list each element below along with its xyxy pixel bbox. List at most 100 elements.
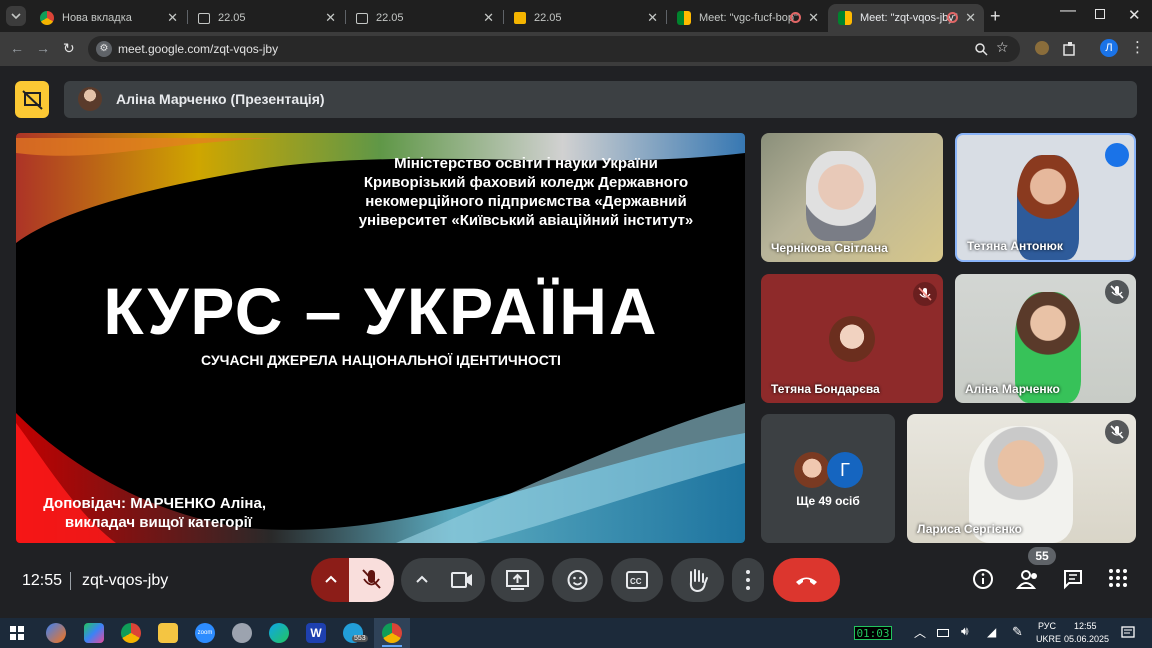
browser-tab[interactable]: 22.05 ✕: [188, 4, 344, 32]
windows-start-icon[interactable]: [10, 626, 24, 640]
tab-search-button[interactable]: [6, 6, 26, 26]
meeting-info-icon[interactable]: [972, 568, 994, 590]
battery-icon[interactable]: [937, 629, 949, 637]
forward-arrow-icon[interactable]: →: [36, 40, 50, 56]
camera-toggle-button[interactable]: [439, 558, 485, 602]
pen-icon[interactable]: ✎: [1012, 624, 1023, 640]
leave-call-button[interactable]: [773, 558, 840, 602]
notifications-icon[interactable]: [1121, 626, 1135, 640]
zoom-icon[interactable]: [974, 42, 988, 56]
taskbar-app-icon[interactable]: [46, 623, 66, 643]
zoom-icon[interactable]: zoom: [195, 623, 215, 643]
slide-org-line: університет «Київський авіаційний інстит…: [358, 212, 694, 229]
participant-tile[interactable]: Лариса Сергієнко: [907, 414, 1136, 543]
raise-hand-icon: [689, 569, 708, 593]
presenter-label: Аліна Марченко (Презентація): [116, 91, 325, 107]
telegram-badge: 553: [352, 635, 368, 642]
meeting-time: 12:55: [22, 572, 63, 589]
kebab-menu-icon[interactable]: ⋮: [1130, 38, 1145, 56]
word-icon[interactable]: W: [306, 623, 326, 643]
close-icon[interactable]: ✕: [647, 10, 658, 26]
presentation-slide: Міністерство освіти і науки України Крив…: [16, 133, 745, 543]
profile-avatar[interactable]: Л: [1100, 39, 1118, 57]
chat-icon[interactable]: [1062, 568, 1084, 590]
people-icon[interactable]: [1016, 568, 1040, 590]
chevron-up-icon: [416, 575, 428, 583]
tab-title: 22.05: [376, 12, 404, 24]
reactions-button[interactable]: [552, 558, 603, 602]
browser-tab[interactable]: 22.05 ✕: [346, 4, 502, 32]
presenter-banner: Аліна Марченко (Презентація): [64, 81, 1137, 118]
raise-hand-button[interactable]: [671, 558, 724, 602]
muted-mic-icon: [1105, 420, 1129, 444]
clock-date[interactable]: 05.06.2025: [1064, 634, 1109, 644]
video-options-button[interactable]: [401, 558, 441, 602]
audio-options-button[interactable]: [311, 558, 351, 602]
browser-tab[interactable]: Нова вкладка ✕: [30, 4, 186, 32]
window-close-button[interactable]: ✕: [1128, 6, 1141, 24]
minimize-button[interactable]: —: [1060, 2, 1076, 20]
browser-tab-active[interactable]: Meet: "zqt-vqos-jby" ✕: [828, 4, 984, 32]
chevron-up-icon: [325, 575, 337, 583]
slide-org-line: Міністерство освіти і науки України: [394, 155, 658, 172]
new-tab-button[interactable]: +: [990, 6, 1001, 27]
participant-name: Тетяна Бондарєва: [771, 382, 880, 396]
participant-tile[interactable]: Тетяна Бондарєва: [761, 274, 943, 403]
close-icon[interactable]: ✕: [325, 10, 336, 26]
slide-subtitle: СУЧАСНІ ДЖЕРЕЛА НАЦІОНАЛЬНОЇ ІДЕНТИЧНОСТ…: [201, 352, 561, 368]
participant-tile[interactable]: Аліна Марченко: [955, 274, 1136, 403]
activities-grid-icon[interactable]: [1108, 568, 1128, 588]
speaker-icon[interactable]: 🔊︎: [961, 624, 969, 639]
extension-owl-icon[interactable]: [1035, 41, 1049, 55]
avatar: [794, 452, 830, 488]
back-arrow-icon[interactable]: ←: [10, 40, 24, 56]
extensions-puzzle-icon[interactable]: [1062, 41, 1078, 57]
chevron-down-icon: [11, 13, 21, 20]
reload-icon[interactable]: ↻: [63, 40, 75, 57]
participant-video: [806, 151, 876, 241]
recording-icon: [790, 12, 801, 23]
address-bar[interactable]: ⚙ meet.google.com/zqt-vqos-jby ☆: [88, 36, 1020, 62]
close-icon[interactable]: ✕: [808, 10, 819, 26]
file-explorer-icon[interactable]: [158, 623, 178, 643]
muted-mic-icon: [913, 282, 937, 306]
participant-tile-speaking[interactable]: Тетяна Антонюк: [955, 133, 1136, 262]
close-icon[interactable]: ✕: [483, 10, 494, 26]
copilot-icon[interactable]: [84, 623, 104, 643]
edge-icon[interactable]: [269, 623, 289, 643]
participant-tile[interactable]: Чернікова Світлана: [761, 133, 943, 262]
captions-button[interactable]: CC: [611, 558, 663, 602]
close-icon[interactable]: ✕: [167, 10, 178, 26]
language-indicator[interactable]: РУС: [1038, 621, 1056, 631]
language-indicator-sub: UKRE: [1036, 634, 1062, 644]
image-icon: [198, 12, 210, 24]
more-participants-tile[interactable]: Г Ще 49 осіб: [761, 414, 895, 543]
more-participants-label: Ще 49 осіб: [796, 494, 860, 508]
more-options-button[interactable]: [732, 558, 764, 602]
present-screen-button[interactable]: [491, 558, 544, 602]
meeting-code: zqt-vqos-jby: [82, 572, 169, 589]
participant-count-badge: 55: [1028, 547, 1056, 565]
speaking-indicator-icon: [1105, 143, 1129, 167]
meeting-controls-bar: 12:55 zqt-vqos-jby CC 55: [0, 547, 1152, 618]
bookmark-star-icon[interactable]: ☆: [996, 39, 1009, 56]
presentation-toggle-button[interactable]: [15, 81, 49, 118]
taskbar-app-icon[interactable]: [232, 623, 252, 643]
avatar-letter: Г: [827, 452, 863, 488]
browser-tab[interactable]: Meet: "vgc-fucf-bop" ✕: [667, 4, 827, 32]
close-icon[interactable]: ✕: [965, 10, 976, 26]
participant-name: Аліна Марченко: [965, 382, 1060, 396]
avatar: [78, 87, 102, 111]
mic-toggle-button[interactable]: [349, 558, 394, 602]
maximize-button[interactable]: [1095, 9, 1105, 19]
url-text[interactable]: meet.google.com/zqt-vqos-jby: [118, 42, 278, 56]
chrome-icon[interactable]: [382, 623, 402, 643]
browser-toolbar: ← → ↻ ⚙ meet.google.com/zqt-vqos-jby ☆ Л…: [0, 32, 1152, 66]
site-info-icon[interactable]: ⚙: [96, 41, 112, 57]
svg-text:CC: CC: [630, 577, 642, 586]
network-icon[interactable]: ◢: [987, 625, 996, 639]
chevron-up-icon[interactable]: ︿: [914, 624, 926, 641]
clock-time[interactable]: 12:55: [1074, 621, 1097, 631]
browser-tab[interactable]: 22.05 ✕: [504, 4, 666, 32]
chrome-icon[interactable]: [121, 623, 141, 643]
